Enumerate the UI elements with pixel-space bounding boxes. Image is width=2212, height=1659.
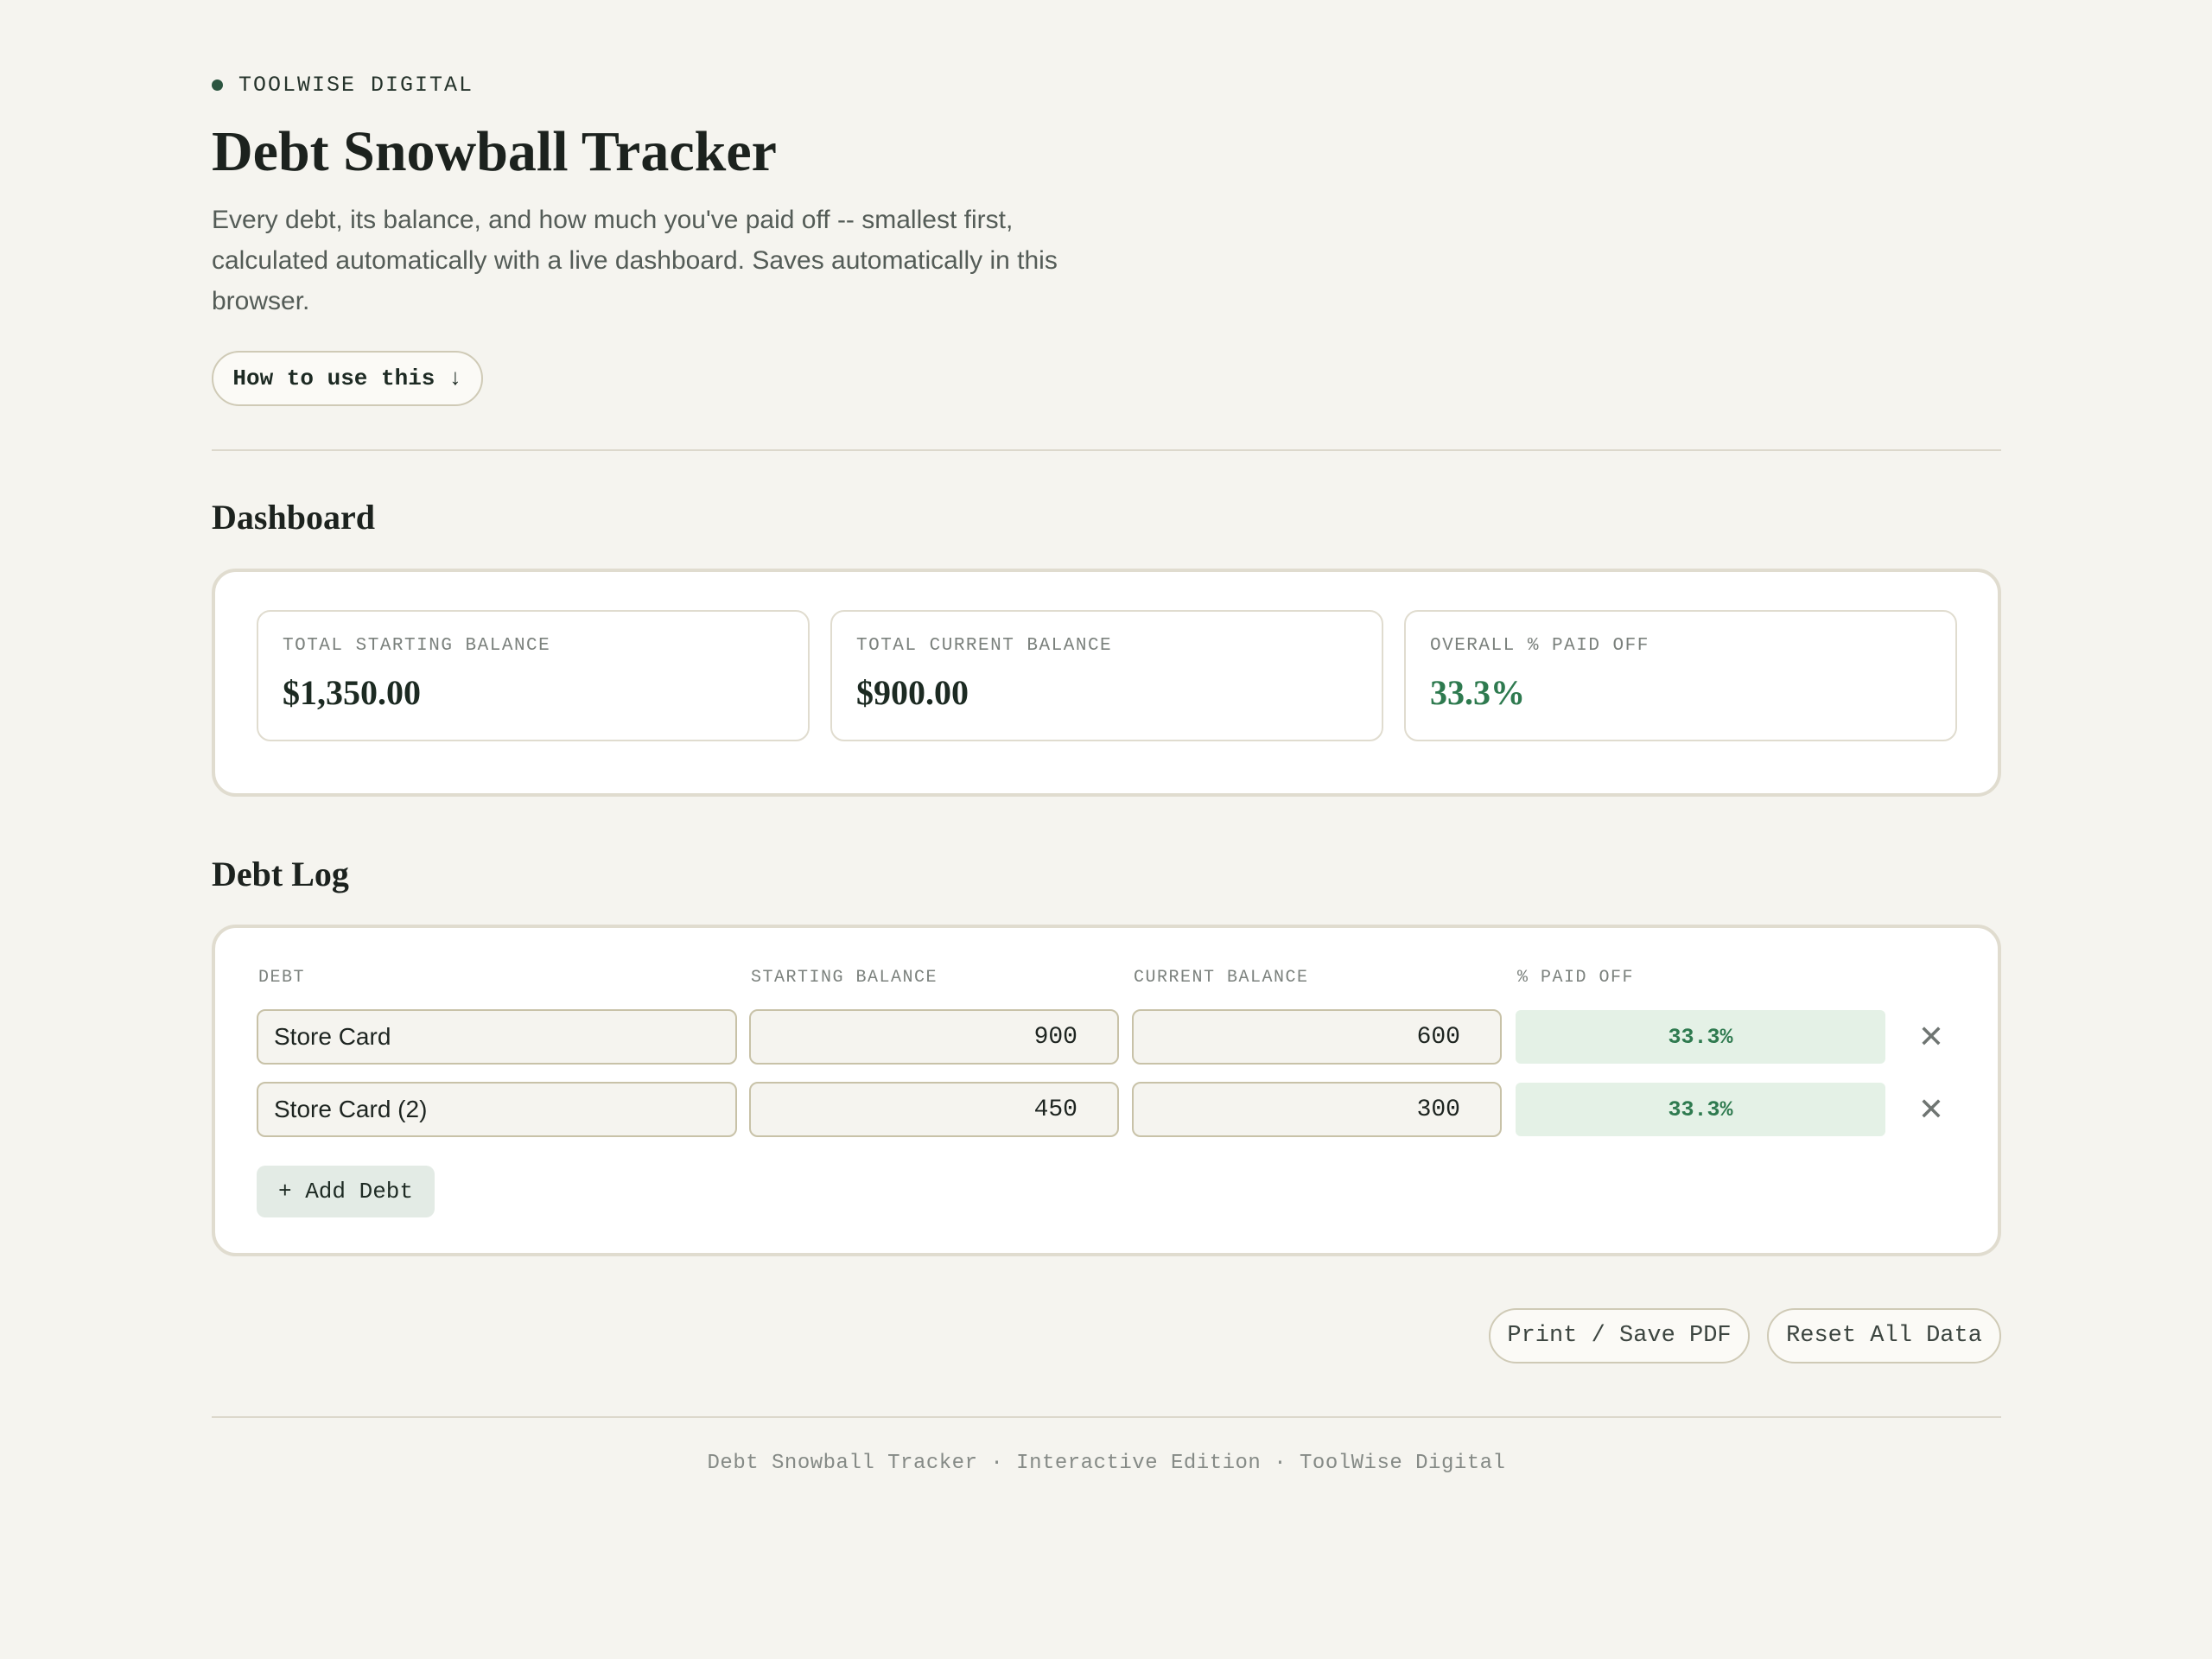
current-balance-input[interactable]: 300 [1132, 1082, 1502, 1137]
debt-log-heading: Debt Log [212, 855, 349, 893]
current-balance-input[interactable]: 600 [1132, 1009, 1502, 1065]
print-save-pdf-button[interactable]: Print / Save PDF [1489, 1308, 1750, 1363]
page-title: Debt Snowball Tracker [212, 120, 777, 183]
debt-name-input[interactable]: Store Card [257, 1009, 737, 1065]
brand-dot-icon [212, 79, 223, 91]
stat-value: $1,350.00 [283, 673, 421, 712]
close-icon[interactable]: ✕ [1910, 1089, 1952, 1130]
stat-value: $900.00 [856, 673, 969, 712]
add-debt-button[interactable]: + Add Debt [257, 1166, 435, 1217]
debt-log-card: DEBT STARTING BALANCE CURRENT BALANCE % … [212, 925, 2001, 1256]
debt-row: Store Card (2) 450 300 33.3% ✕ [215, 1082, 1998, 1139]
stat-label: TOTAL STARTING BALANCE [283, 636, 551, 656]
divider [212, 449, 2001, 451]
starting-balance-input[interactable]: 900 [749, 1009, 1119, 1065]
stat-total-starting: TOTAL STARTING BALANCE $1,350.00 [257, 610, 810, 741]
stat-label: TOTAL CURRENT BALANCE [856, 636, 1113, 656]
reset-all-data-button[interactable]: Reset All Data [1767, 1308, 2001, 1363]
debt-name-input[interactable]: Store Card (2) [257, 1082, 737, 1137]
how-to-use-button[interactable]: How to use this ↓ [212, 351, 483, 406]
stat-value: 33.3% [1430, 673, 1525, 712]
stat-overall-paid: OVERALL % PAID OFF 33.3% [1404, 610, 1957, 741]
column-header-paid: % PAID OFF [1517, 968, 1635, 988]
close-icon[interactable]: ✕ [1910, 1016, 1952, 1058]
debt-row: Store Card 900 600 33.3% ✕ [215, 1009, 1998, 1066]
brand: TOOLWISE DIGITAL [212, 73, 474, 98]
stat-label: OVERALL % PAID OFF [1430, 636, 1649, 656]
column-header-starting: STARTING BALANCE [751, 968, 938, 988]
column-header-debt: DEBT [258, 968, 306, 988]
brand-name: TOOLWISE DIGITAL [238, 73, 474, 98]
footer-text: Debt Snowball Tracker · Interactive Edit… [707, 1452, 1506, 1475]
footer-divider [212, 1416, 2001, 1418]
page-subtitle: Every debt, its balance, and how much yo… [212, 206, 1058, 315]
column-header-current: CURRENT BALANCE [1134, 968, 1309, 988]
paid-off-percent: 33.3% [1516, 1010, 1885, 1064]
paid-off-percent: 33.3% [1516, 1083, 1885, 1136]
dashboard-heading: Dashboard [212, 498, 375, 537]
stat-total-current: TOTAL CURRENT BALANCE $900.00 [830, 610, 1383, 741]
starting-balance-input[interactable]: 450 [749, 1082, 1119, 1137]
dashboard-card: TOTAL STARTING BALANCE $1,350.00 TOTAL C… [212, 569, 2001, 797]
page: TOOLWISE DIGITAL Debt Snowball Tracker E… [0, 0, 2212, 1659]
